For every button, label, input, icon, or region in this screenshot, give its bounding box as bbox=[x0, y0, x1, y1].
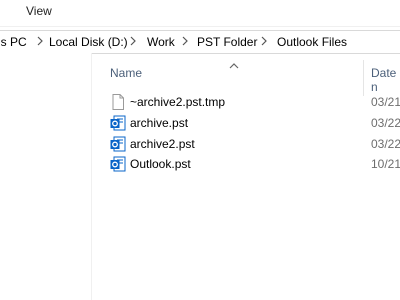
column-divider[interactable] bbox=[363, 60, 364, 96]
list-item[interactable]: archive.pst 03/22 bbox=[108, 113, 400, 133]
outlook-data-file-icon bbox=[110, 156, 126, 172]
file-name: archive2.pst bbox=[130, 137, 195, 151]
column-header-name[interactable]: Name bbox=[110, 66, 142, 80]
ribbon: View bbox=[0, 0, 400, 27]
list-item[interactable]: ~archive2.pst.tmp 03/21 bbox=[108, 92, 400, 112]
breadcrumb-local-disk[interactable]: Local Disk (D:) bbox=[49, 35, 128, 49]
breadcrumb-pst-folder[interactable]: PST Folder bbox=[197, 35, 257, 49]
chevron-right-icon[interactable] bbox=[130, 36, 137, 46]
sort-ascending-icon bbox=[229, 58, 239, 72]
breadcrumb-outlook-files[interactable]: Outlook Files bbox=[277, 35, 347, 49]
list-item[interactable]: archive2.pst 03/22 bbox=[108, 134, 400, 154]
outlook-data-file-icon bbox=[110, 136, 126, 152]
file-date: 03/21 bbox=[371, 95, 400, 109]
file-list[interactable]: Name Date n ~archive2.pst.tmp 03/21 arch… bbox=[92, 53, 400, 300]
breadcrumb-work[interactable]: Work bbox=[147, 35, 175, 49]
chevron-right-icon[interactable] bbox=[182, 36, 189, 46]
navigation-pane[interactable] bbox=[0, 53, 92, 300]
file-date: 03/22 bbox=[371, 137, 400, 151]
tab-view[interactable]: View bbox=[26, 4, 52, 18]
column-header-date[interactable]: Date n bbox=[371, 66, 400, 94]
file-date: 10/21 bbox=[371, 157, 400, 171]
chevron-right-icon[interactable] bbox=[37, 36, 44, 46]
file-name: archive.pst bbox=[130, 116, 189, 130]
breadcrumb[interactable]: is PC Local Disk (D:) Work PST Folder Ou… bbox=[0, 30, 400, 54]
file-name: ~archive2.pst.tmp bbox=[130, 95, 226, 109]
blank-file-icon bbox=[110, 94, 126, 110]
breadcrumb-this-pc[interactable]: is PC bbox=[0, 35, 27, 49]
chevron-right-icon[interactable] bbox=[261, 36, 268, 46]
file-date: 03/22 bbox=[371, 116, 400, 130]
list-item[interactable]: Outlook.pst 10/21 bbox=[108, 154, 400, 174]
outlook-data-file-icon bbox=[110, 115, 126, 131]
file-name: Outlook.pst bbox=[130, 157, 191, 171]
